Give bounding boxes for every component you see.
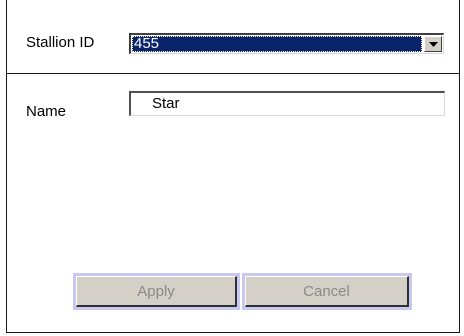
stallion-form-panel: Stallion ID 455 Name Apply Cancel: [6, 0, 460, 333]
apply-button[interactable]: Apply: [76, 276, 237, 307]
stallion-id-select[interactable]: 455: [129, 33, 444, 54]
apply-button-focus-ring: Apply: [73, 273, 240, 310]
stallion-id-selected-value: 455: [132, 36, 422, 52]
section-divider: [7, 73, 459, 74]
dropdown-button[interactable]: [424, 36, 442, 52]
cancel-button-focus-ring: Cancel: [242, 273, 412, 310]
chevron-down-icon: [429, 42, 438, 47]
stallion-id-label: Stallion ID: [26, 34, 95, 51]
cancel-button[interactable]: Cancel: [245, 276, 409, 307]
name-label: Name: [26, 103, 67, 120]
name-field[interactable]: [129, 91, 445, 116]
